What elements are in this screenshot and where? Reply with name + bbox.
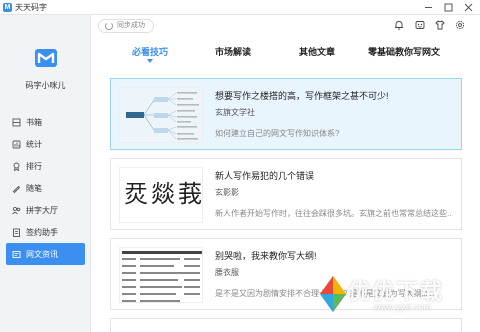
ranking-icon — [13, 162, 20, 171]
article-thumbnail — [119, 247, 203, 303]
sidebar-item-notes[interactable]: 随笔 — [6, 177, 85, 199]
article-title[interactable]: 别哭啦，我来教你写大纲! — [215, 249, 317, 262]
article-title[interactable]: 想要写作之楼搭的高，写作框架之甚不可少! — [215, 89, 389, 102]
close-icon — [464, 3, 472, 12]
article-thumbnail — [119, 87, 203, 143]
sidebar-item-label: 网文资讯 — [26, 249, 58, 259]
category-tabs: 必看技巧 市场解读 其他文章 零基础教你写网文 — [92, 37, 480, 67]
tab-other[interactable]: 其他文章 — [299, 45, 335, 58]
tab-must-read[interactable]: 必看技巧 — [132, 45, 168, 58]
tab-market[interactable]: 市场解读 — [215, 45, 251, 58]
watermark-logo-icon — [320, 276, 346, 312]
sync-status-button[interactable]: 同步成功 — [98, 19, 154, 33]
article-title[interactable]: 新人写作易犯的几个错误 — [215, 169, 314, 182]
sidebar-item-label: 拼字大厅 — [26, 205, 58, 215]
tab-beginner[interactable]: 零基础教你写网文 — [368, 45, 440, 58]
app-logo — [35, 49, 57, 67]
thumb-char: 烎 — [124, 180, 148, 208]
sync-icon — [105, 22, 113, 30]
sidebar-item-contract[interactable]: 签约助手 — [6, 221, 85, 243]
article-thumbnail: 烎 燚 莪 — [119, 167, 203, 223]
article-desc: 新人作者开始写作时，往往会踩很多坑。玄旗之前也常常总结这些... — [215, 209, 451, 218]
bell-icon[interactable] — [394, 20, 404, 30]
skin-icon[interactable] — [415, 20, 425, 30]
title-bar: M 天天码字 — [0, 0, 480, 15]
bookshelf-icon — [12, 118, 21, 126]
sidebar-item-hall[interactable]: 拼字大厅 — [6, 199, 85, 221]
maximize-icon — [444, 3, 452, 12]
shirt-icon[interactable] — [435, 20, 445, 30]
outline-thumbnail — [122, 251, 202, 302]
sidebar-item-news[interactable]: 网文资讯 — [6, 243, 85, 265]
sidebar-item-label: 书箱 — [26, 117, 42, 127]
article-author: 玄旗文学社 — [215, 108, 255, 117]
stats-icon — [12, 140, 21, 148]
minimize-icon — [424, 7, 432, 8]
sidebar-item-label: 签约助手 — [26, 227, 58, 237]
sidebar: 码字小咪儿 书箱 统计 排行 随笔 拼字大厅 签约助手 网文资讯 — [0, 15, 91, 332]
thumb-char: 燚 — [151, 180, 175, 208]
watermark: 优优下载 www.yyxt.com — [318, 268, 480, 332]
minimize-button[interactable] — [418, 0, 438, 15]
sidebar-item-label: 随笔 — [26, 183, 42, 193]
sidebar-item-bookshelf[interactable]: 书箱 — [6, 111, 85, 133]
contract-icon — [13, 228, 20, 237]
active-tab-indicator — [147, 59, 153, 63]
app-icon: M — [3, 3, 12, 12]
username: 码字小咪儿 — [25, 81, 66, 90]
maximize-button[interactable] — [438, 0, 458, 15]
article-desc: 如何建立自己的网文写作知识体系? — [215, 129, 340, 138]
mindmap-thumbnail — [126, 92, 199, 140]
article-card[interactable]: 烎 燚 莪 新人写作易犯的几个错误 玄影影 新人作者开始写作时，往往会踩很多坑。… — [110, 158, 462, 230]
thumb-char: 莪 — [178, 180, 202, 208]
sidebar-item-label: 排行 — [26, 161, 42, 171]
settings-icon[interactable] — [455, 20, 465, 30]
news-icon — [12, 250, 21, 258]
hall-icon — [12, 206, 21, 214]
sidebar-item-ranking[interactable]: 排行 — [6, 155, 85, 177]
article-author: 玄影影 — [215, 188, 239, 197]
close-button[interactable] — [458, 0, 478, 15]
article-author: 腰衣服 — [215, 268, 239, 277]
notes-icon — [12, 185, 21, 193]
window-title: 天天码字 — [15, 3, 47, 12]
article-card[interactable]: 想要写作之楼搭的高，写作框架之甚不可少! 玄旗文学社 如何建立自己的网文写作知识… — [110, 78, 462, 150]
watermark-url: www.yyxt.com — [374, 302, 432, 312]
top-toolbar: 同步成功 — [92, 15, 480, 37]
sync-label: 同步成功 — [117, 22, 145, 29]
sidebar-nav: 书箱 统计 排行 随笔 拼字大厅 签约助手 网文资讯 — [0, 111, 91, 265]
sidebar-item-stats[interactable]: 统计 — [6, 133, 85, 155]
sidebar-item-label: 统计 — [26, 139, 42, 149]
